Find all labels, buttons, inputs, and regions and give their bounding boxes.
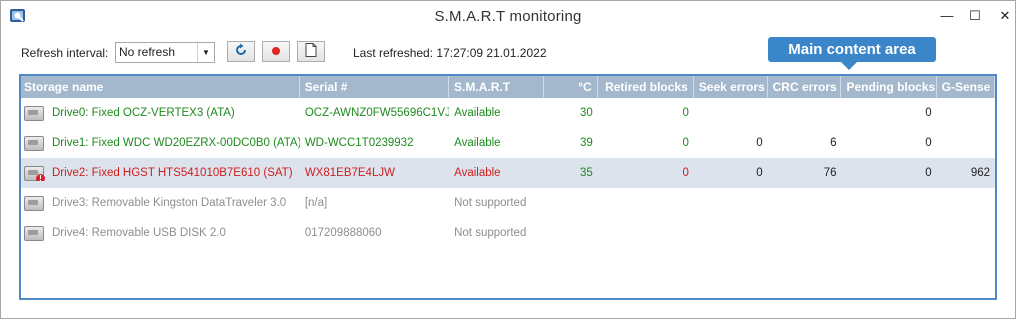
refresh-interval-select[interactable]: No refresh ▼ — [115, 42, 215, 63]
table-row[interactable]: Drive1: Fixed WDC WD20EZRX-00DC0B0 (ATA)… — [21, 128, 995, 158]
column-smart[interactable]: S.M.A.R.T — [449, 76, 545, 98]
table-row[interactable]: Drive0: Fixed OCZ-VERTEX3 (ATA) OCZ-AWNZ… — [21, 98, 995, 128]
column-crc-errors[interactable]: CRC errors — [768, 76, 842, 98]
smart-cell: Available — [454, 137, 501, 149]
g-sense-cell: 962 — [970, 167, 991, 179]
column-retired-blocks[interactable]: Retired blocks — [598, 76, 694, 98]
last-refreshed: Last refreshed: 17:27:09 21.01.2022 — [353, 46, 547, 60]
seek-errors-cell: 0 — [756, 167, 763, 179]
warning-icon: ! — [36, 173, 45, 181]
storage-name-cell: Drive4: Removable USB DISK 2.0 — [21, 225, 300, 241]
refresh-button[interactable] — [227, 41, 255, 62]
serial-cell: WD-WCC1T0239932 — [304, 137, 414, 149]
serial-cell: WX81EB7E4LJW — [304, 167, 395, 179]
column-temperature[interactable]: °C — [544, 76, 598, 98]
serial-cell: 017209888060 — [304, 227, 382, 239]
crc-errors-cell: 76 — [823, 167, 837, 179]
storage-name: Drive4: Removable USB DISK 2.0 — [52, 227, 226, 239]
hard-drive-icon: ! — [24, 165, 45, 181]
serial-cell: OCZ-AWNZ0FW55696C1VJ — [304, 107, 450, 119]
pending-blocks-cell: 0 — [925, 107, 932, 119]
hard-drive-icon — [24, 105, 44, 121]
callout-pointer — [841, 62, 857, 70]
table-header: Storage name Serial # S.M.A.R.T °C Retir… — [21, 76, 995, 98]
storage-name: Drive3: Removable Kingston DataTraveler … — [52, 197, 287, 209]
crc-errors-cell: 6 — [830, 137, 837, 149]
column-storage-name[interactable]: Storage name — [21, 76, 300, 98]
storage-name: Drive0: Fixed OCZ-VERTEX3 (ATA) — [52, 107, 235, 119]
storage-name-cell: ! Drive2: Fixed HGST HTS541010B7E610 (SA… — [21, 165, 300, 181]
minimize-icon: — — [940, 8, 954, 23]
table-row-selected[interactable]: ! Drive2: Fixed HGST HTS541010B7E610 (SA… — [21, 158, 995, 188]
temperature-cell: 35 — [579, 167, 593, 179]
main-content-callout: Main content area — [768, 37, 936, 62]
document-icon — [305, 43, 317, 60]
smart-monitoring-window: S.M.A.R.T monitoring — ☐ ✕ Refresh inter… — [0, 0, 1016, 319]
retired-blocks-cell: 0 — [682, 137, 689, 149]
storage-name-cell: Drive3: Removable Kingston DataTraveler … — [21, 195, 300, 211]
usb-drive-icon — [24, 195, 44, 211]
usb-drive-icon — [24, 225, 44, 241]
smart-cell: Not supported — [454, 197, 527, 209]
report-button[interactable] — [297, 41, 325, 62]
storage-name: Drive2: Fixed HGST HTS541010B7E610 (SAT) — [52, 167, 293, 179]
close-icon: ✕ — [999, 7, 1011, 23]
pending-blocks-cell: 0 — [925, 137, 932, 149]
temperature-cell: 39 — [579, 137, 593, 149]
column-g-sense[interactable]: G-Sense — [937, 76, 995, 98]
table-row[interactable]: Drive4: Removable USB DISK 2.0 017209888… — [21, 218, 995, 248]
smart-cell: Available — [454, 107, 501, 119]
close-button[interactable]: ✕ — [983, 1, 1016, 30]
seek-errors-cell: 0 — [756, 137, 763, 149]
column-seek-errors[interactable]: Seek errors — [694, 76, 768, 98]
storage-name-cell: Drive1: Fixed WDC WD20EZRX-00DC0B0 (ATA) — [21, 135, 300, 151]
column-serial[interactable]: Serial # — [300, 76, 450, 98]
refresh-interval-value: No refresh — [119, 45, 176, 59]
table-row[interactable]: Drive3: Removable Kingston DataTraveler … — [21, 188, 995, 218]
retired-blocks-cell: 0 — [682, 167, 689, 179]
pending-blocks-cell: 0 — [925, 167, 932, 179]
storage-name: Drive1: Fixed WDC WD20EZRX-00DC0B0 (ATA) — [52, 137, 300, 149]
storage-name-cell: Drive0: Fixed OCZ-VERTEX3 (ATA) — [21, 105, 300, 121]
retired-blocks-cell: 0 — [682, 107, 689, 119]
record-icon — [271, 45, 281, 59]
smart-cell: Available — [454, 167, 501, 179]
chevron-down-icon[interactable]: ▼ — [197, 43, 214, 62]
serial-cell: [n/a] — [304, 197, 328, 209]
drives-table: Storage name Serial # S.M.A.R.T °C Retir… — [19, 74, 997, 300]
hard-drive-icon — [24, 135, 44, 151]
maximize-icon: ☐ — [969, 7, 981, 23]
column-pending-blocks[interactable]: Pending blocks — [841, 76, 937, 98]
window-title: S.M.A.R.T monitoring — [434, 8, 582, 25]
temperature-cell: 30 — [579, 107, 593, 119]
record-button[interactable] — [262, 41, 290, 62]
refresh-interval-label: Refresh interval: — [21, 46, 109, 60]
title-bar: S.M.A.R.T monitoring — ☐ ✕ — [1, 1, 1015, 31]
last-refreshed-value: 17:27:09 21.01.2022 — [436, 46, 547, 60]
smart-cell: Not supported — [454, 227, 527, 239]
last-refreshed-label: Last refreshed: — [353, 46, 434, 60]
refresh-icon — [234, 43, 248, 60]
